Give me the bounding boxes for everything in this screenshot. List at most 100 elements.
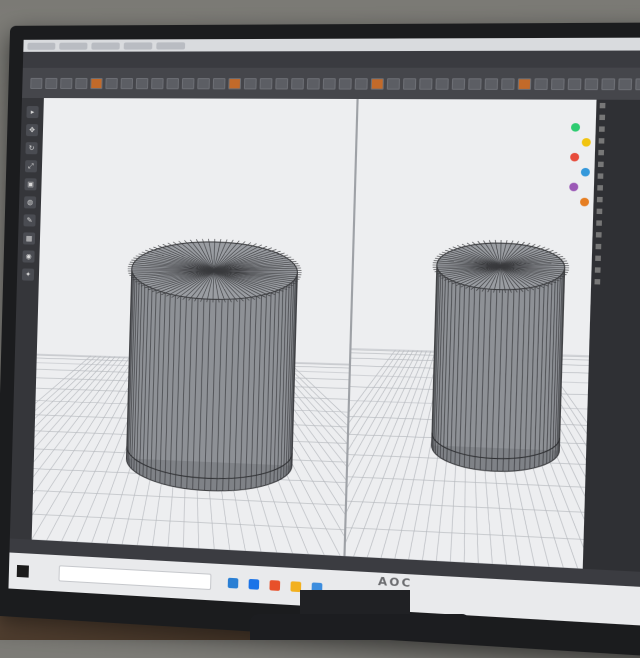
toolbar-button[interactable] [323, 78, 336, 89]
toolbar-button[interactable] [518, 78, 532, 90]
toolbar-button[interactable] [90, 77, 102, 88]
toolbar-button[interactable] [136, 78, 149, 89]
menu-item[interactable] [74, 59, 80, 61]
layer-icon [598, 150, 604, 155]
toolbar-button[interactable] [387, 78, 400, 90]
panel-row[interactable] [594, 170, 640, 183]
screen: ▸ ✥ ↻ ⤢ ▣ ◍ ✎ ▦ ◉ ✦ [8, 38, 640, 627]
panel-row[interactable] [591, 276, 640, 289]
layer-icon [597, 209, 603, 214]
browser-tab[interactable] [91, 42, 119, 49]
panel-row[interactable] [595, 135, 640, 147]
menu-item[interactable] [110, 59, 116, 61]
toolbar-button[interactable] [635, 78, 640, 90]
toolbar-button[interactable] [452, 78, 465, 90]
cylinder-right[interactable] [427, 239, 570, 474]
layer-icon [599, 138, 605, 143]
browser-tab[interactable] [27, 42, 55, 49]
pen-icon[interactable]: ✎ [23, 214, 35, 226]
panel-row[interactable] [596, 100, 640, 112]
toolbar-button[interactable] [534, 78, 548, 90]
panel-row[interactable] [595, 123, 640, 135]
toolbar-button[interactable] [468, 78, 481, 90]
layer-icon [598, 173, 604, 178]
layer-icon [596, 220, 602, 225]
start-icon[interactable] [17, 565, 29, 578]
toolbar-button[interactable] [244, 78, 257, 89]
camera-icon[interactable]: ◉ [22, 250, 34, 262]
taskbar-search-input[interactable] [58, 565, 211, 590]
toolbar-button[interactable] [403, 78, 416, 90]
layer-icon [599, 115, 605, 120]
cylinder-left[interactable] [122, 237, 303, 494]
panel-row[interactable] [594, 182, 640, 195]
browser-tab[interactable] [59, 42, 87, 49]
store-icon[interactable] [249, 579, 260, 590]
toolbar-button[interactable] [275, 78, 288, 89]
layer-icon [594, 279, 600, 284]
toolbar-button[interactable] [568, 78, 582, 90]
toolbar [22, 68, 640, 100]
layer-icon [599, 126, 605, 131]
toolbar-button[interactable] [339, 78, 352, 89]
menu-item[interactable] [101, 59, 107, 61]
viewport-scene[interactable] [32, 98, 597, 569]
layer-icon [596, 232, 602, 237]
menu-item[interactable] [29, 59, 35, 61]
rotate-icon[interactable]: ↻ [25, 142, 37, 154]
toolbar-button[interactable] [260, 78, 273, 89]
select-icon[interactable]: ▸ [26, 106, 38, 118]
toolbar-button[interactable] [75, 77, 87, 88]
toolbar-button[interactable] [551, 78, 565, 90]
panel-row[interactable] [594, 158, 640, 170]
toolbar-button[interactable] [291, 78, 304, 89]
viewport-area[interactable] [32, 98, 597, 569]
layer-icon [597, 197, 603, 202]
menu-item[interactable] [92, 59, 98, 61]
layer-icon [596, 244, 602, 249]
toolbar-button[interactable] [307, 78, 320, 89]
cube-icon[interactable]: ▣ [24, 178, 36, 190]
office-icon[interactable] [269, 580, 280, 591]
panel-row[interactable] [595, 147, 640, 159]
toolbar-button[interactable] [501, 78, 515, 90]
toolbar-button[interactable] [228, 78, 241, 89]
menu-item[interactable] [38, 59, 44, 61]
toolbar-button[interactable] [601, 78, 615, 90]
toolbar-button[interactable] [182, 78, 195, 89]
toolbar-button[interactable] [45, 77, 57, 88]
toolbar-button[interactable] [166, 78, 179, 89]
layer-icon [597, 185, 603, 190]
toolbar-button[interactable] [197, 78, 210, 89]
scale-icon[interactable]: ⤢ [25, 160, 37, 172]
toolbar-button[interactable] [151, 78, 164, 89]
panel-row[interactable] [596, 111, 640, 123]
toolbar-button[interactable] [213, 78, 226, 89]
toolbar-button[interactable] [60, 77, 72, 88]
panel-row[interactable] [593, 194, 640, 207]
grid-icon[interactable]: ▦ [23, 232, 35, 244]
menu-item[interactable] [56, 59, 62, 61]
toolbar-button[interactable] [419, 78, 432, 90]
toolbar-button[interactable] [371, 78, 384, 89]
cylinder-icon[interactable]: ◍ [24, 196, 36, 208]
toolbar-button[interactable] [435, 78, 448, 90]
move-icon[interactable]: ✥ [26, 124, 38, 136]
light-icon[interactable]: ✦ [22, 268, 34, 280]
browser-tab[interactable] [156, 42, 185, 49]
toolbar-button[interactable] [618, 78, 632, 90]
toolbar-button[interactable] [30, 77, 42, 88]
toolbar-button[interactable] [121, 77, 133, 88]
toolbar-button[interactable] [485, 78, 499, 90]
toolbar-button[interactable] [584, 78, 598, 90]
menu-item[interactable] [47, 59, 53, 61]
toolbar-button[interactable] [105, 77, 117, 88]
layer-icon [595, 267, 601, 272]
monitor: ▸ ✥ ↻ ⤢ ▣ ◍ ✎ ▦ ◉ ✦ AOC [0, 22, 640, 657]
menu-item[interactable] [65, 59, 71, 61]
layer-icon [598, 162, 604, 167]
menu-item[interactable] [83, 59, 89, 61]
toolbar-button[interactable] [355, 78, 368, 89]
edge-icon[interactable] [228, 578, 239, 589]
browser-tab[interactable] [124, 42, 153, 49]
